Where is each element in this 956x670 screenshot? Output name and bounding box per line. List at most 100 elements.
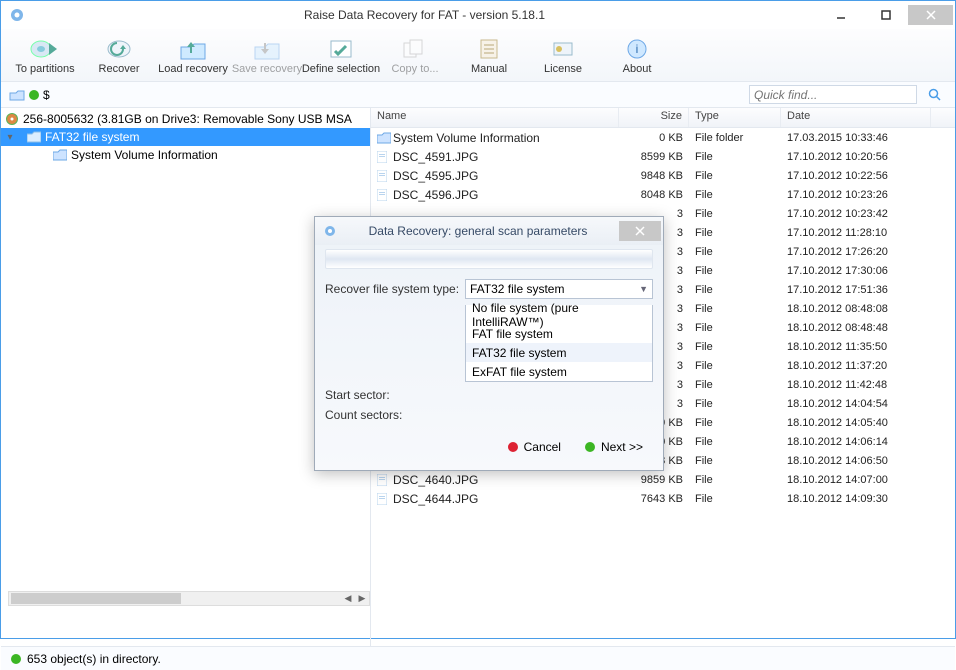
cancel-label: Cancel (524, 440, 561, 454)
define-selection-button[interactable]: Define selection (307, 35, 375, 77)
file-date: 17.10.2012 17:30:06 (781, 264, 931, 278)
tree-filesystem[interactable]: ▾ FAT32 file system (1, 128, 370, 146)
scan-parameters-dialog: Data Recovery: general scan parameters R… (314, 216, 664, 471)
svg-text:i: i (636, 42, 639, 56)
close-button[interactable] (908, 5, 953, 25)
file-date: 17.10.2012 10:23:42 (781, 207, 931, 221)
list-item[interactable]: DSC_4644.JPG7643 KBFile18.10.2012 14:09:… (371, 489, 955, 508)
file-date: 17.10.2012 11:28:10 (781, 226, 931, 240)
tb-label: Copy to... (391, 63, 438, 75)
toolbar: To partitionsRecoverLoad recoverySave re… (1, 29, 955, 82)
nav-icon[interactable] (9, 88, 25, 102)
list-item[interactable]: DSC_4596.JPG8048 KBFile17.10.2012 10:23:… (371, 185, 955, 204)
list-item[interactable]: DSC_4640.JPG9859 KBFile18.10.2012 14:07:… (371, 470, 955, 489)
tree-fs-label: FAT32 file system (45, 130, 139, 144)
file-type: File (689, 397, 781, 411)
file-date: 18.10.2012 14:06:50 (781, 454, 931, 468)
file-icon (377, 474, 389, 486)
search-button[interactable] (923, 85, 947, 104)
next-button[interactable]: Next >> (579, 438, 649, 456)
file-type: File (689, 188, 781, 202)
about-icon: i (621, 37, 653, 61)
col-date[interactable]: Date (781, 108, 931, 127)
file-date: 18.10.2012 08:48:08 (781, 302, 931, 316)
list-item[interactable]: DSC_4591.JPG8599 KBFile17.10.2012 10:20:… (371, 147, 955, 166)
file-date: 18.10.2012 11:37:20 (781, 359, 931, 373)
fs-type-select[interactable]: FAT32 file system ▼ (465, 279, 653, 299)
file-type: File (689, 283, 781, 297)
dialog-close-button[interactable] (619, 221, 661, 241)
file-name: System Volume Information (393, 131, 540, 145)
copy-to-icon (399, 37, 431, 61)
tb-label: License (544, 63, 582, 75)
file-type: File (689, 359, 781, 373)
about-button[interactable]: iAbout (603, 35, 671, 77)
file-date: 18.10.2012 08:48:48 (781, 321, 931, 335)
manual-button[interactable]: Manual (455, 35, 523, 77)
file-type: File (689, 302, 781, 316)
tb-label: Define selection (302, 63, 380, 75)
recover-button[interactable]: Recover (85, 35, 153, 77)
file-size: 0 KB (619, 131, 689, 145)
list-header: Name Size Type Date (371, 108, 955, 128)
license-button[interactable]: License (529, 35, 597, 77)
col-size[interactable]: Size (619, 108, 689, 127)
quick-find-input[interactable] (749, 85, 917, 104)
status-bar: 653 object(s) in directory. (1, 646, 955, 670)
dropdown-caret-icon: ▼ (639, 284, 648, 294)
maximize-button[interactable] (863, 5, 908, 25)
file-name: DSC_4596.JPG (393, 188, 478, 202)
load-recovery-button[interactable]: Load recovery (159, 35, 227, 77)
address-path: $ (43, 88, 50, 102)
scroll-right-icon[interactable]: ▶ (355, 592, 369, 605)
cancel-button[interactable]: Cancel (502, 438, 567, 456)
tree-folder-label: System Volume Information (71, 148, 218, 162)
file-type: File (689, 473, 781, 487)
scrollbar-thumb[interactable] (11, 593, 181, 604)
status-dot-icon (29, 90, 39, 100)
license-icon (547, 37, 579, 61)
to-partitions-icon (29, 37, 61, 61)
file-size: 8599 KB (619, 150, 689, 164)
col-name[interactable]: Name (371, 108, 619, 127)
fs-option[interactable]: ExFAT file system (466, 362, 652, 381)
col-type[interactable]: Type (689, 108, 781, 127)
list-item[interactable]: DSC_4595.JPG9848 KBFile17.10.2012 10:22:… (371, 166, 955, 185)
minimize-button[interactable] (818, 5, 863, 25)
file-date: 18.10.2012 14:07:00 (781, 473, 931, 487)
file-size: 8048 KB (619, 188, 689, 202)
address-bar: $ (1, 82, 955, 108)
collapse-icon[interactable]: ▾ (5, 132, 15, 143)
count-sectors-label: Count sectors: (325, 408, 465, 422)
scroll-left-icon[interactable]: ◀ (341, 592, 355, 605)
dialog-titlebar: Data Recovery: general scan parameters (315, 217, 663, 245)
file-date: 18.10.2012 14:04:54 (781, 397, 931, 411)
to-partitions-button[interactable]: To partitions (11, 35, 79, 77)
file-date: 18.10.2012 11:35:50 (781, 340, 931, 354)
dialog-title: Data Recovery: general scan parameters (337, 224, 619, 238)
file-type: File (689, 416, 781, 430)
tree-drive-label: 256-8005632 (3.81GB on Drive3: Removable… (23, 112, 352, 126)
app-icon (9, 7, 25, 23)
load-recovery-icon (177, 37, 209, 61)
fs-type-options: No file system (pure IntelliRAW™)FAT fil… (465, 305, 653, 382)
fs-option[interactable]: No file system (pure IntelliRAW™) (466, 305, 652, 324)
list-item[interactable]: System Volume Information0 KBFile folder… (371, 128, 955, 147)
tree-scrollbar[interactable]: ◀ ▶ (8, 591, 370, 606)
file-type: File (689, 264, 781, 278)
file-type: File (689, 321, 781, 335)
file-type: File (689, 492, 781, 506)
fs-option[interactable]: FAT32 file system (466, 343, 652, 362)
fs-type-value: FAT32 file system (470, 282, 564, 296)
tree-drive[interactable]: 256-8005632 (3.81GB on Drive3: Removable… (1, 110, 370, 128)
disk-icon (5, 112, 19, 126)
start-sector-label: Start sector: (325, 388, 465, 402)
file-date: 17.10.2012 10:22:56 (781, 169, 931, 183)
status-text: 653 object(s) in directory. (27, 652, 161, 666)
file-icon (377, 170, 389, 182)
file-size: 9848 KB (619, 169, 689, 183)
tb-label: Recover (99, 63, 140, 75)
tree-folder[interactable]: System Volume Information (1, 146, 370, 164)
tb-label: To partitions (15, 63, 74, 75)
file-type: File (689, 169, 781, 183)
